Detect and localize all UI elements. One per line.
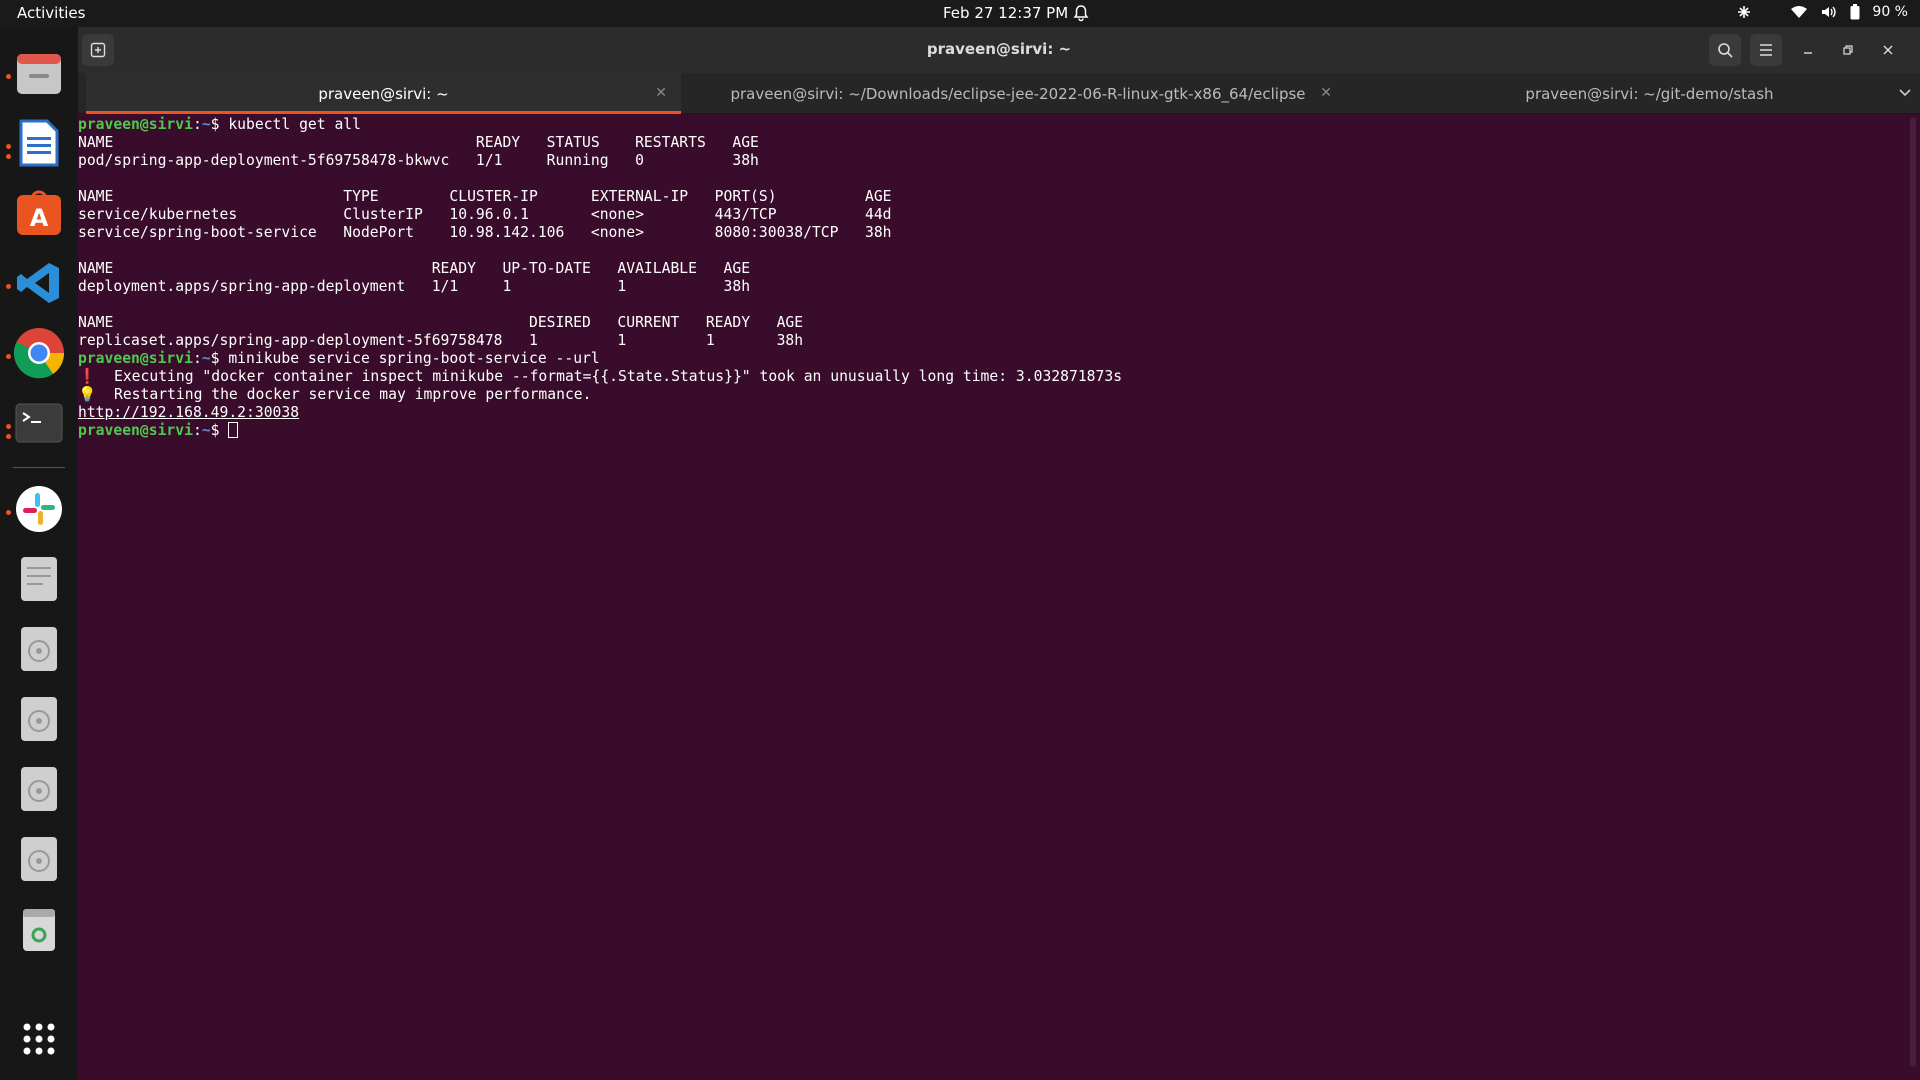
battery-percentage: 90 % (1872, 4, 1908, 20)
network-settings-icon (1738, 6, 1751, 18)
restore-icon (1843, 45, 1853, 55)
output-line: deployment.apps/spring-app-deployment 1/… (78, 278, 751, 295)
prompt-dollar: $ (210, 350, 229, 367)
search-icon (1718, 43, 1733, 58)
text-cursor (228, 422, 239, 438)
top-bar: Activities Feb 27 12:37 PM 90 % (0, 0, 1920, 27)
running-indicator (6, 424, 11, 429)
command-line: praveen@sirvi:~$ kubectl get all (78, 116, 1920, 134)
vscode-icon[interactable] (13, 257, 65, 309)
tab-eclipse[interactable]: praveen@sirvi: ~/Downloads/eclipse-jee-2… (690, 73, 1346, 114)
tab-label: praveen@sirvi: ~/Downloads/eclipse-jee-2… (730, 84, 1306, 103)
menu-button[interactable] (1750, 34, 1782, 66)
output-line: NAME READY UP-TO-DATE AVAILABLE AGE (78, 260, 751, 277)
prompt-separator: : (192, 116, 202, 133)
terminal-output[interactable]: praveen@sirvi:~$ kubectl get all NAME RE… (78, 114, 1920, 1080)
files-app-icon[interactable] (13, 47, 65, 99)
search-button[interactable] (1709, 34, 1741, 66)
disk-drive-icon[interactable] (13, 763, 65, 815)
dock-separator (13, 467, 65, 468)
tab-bar: praveen@sirvi: ~ ✕ praveen@sirvi: ~/Down… (78, 73, 1920, 114)
output-line: pod/spring-app-deployment-5f69758478-bkw… (78, 152, 759, 169)
warning-line: ❗ Executing "docker container inspect mi… (78, 368, 1920, 386)
running-indicator (6, 284, 11, 289)
svg-text:A: A (30, 204, 49, 232)
running-indicator (6, 354, 11, 359)
output-line: service/kubernetes ClusterIP 10.96.0.1 <… (78, 206, 892, 223)
terminal-app-icon[interactable] (13, 397, 65, 449)
output-line: NAME DESIRED CURRENT READY AGE (78, 314, 804, 331)
disk-drive-icon[interactable] (13, 693, 65, 745)
show-apps-grid-icon[interactable] (13, 1013, 65, 1065)
prompt-user: praveen@sirvi (78, 350, 193, 367)
tip-line: 💡 Restarting the docker service may impr… (78, 386, 1920, 404)
running-indicator (6, 144, 11, 149)
hamburger-menu-icon (1760, 44, 1772, 56)
activities-button[interactable]: Activities (17, 4, 85, 22)
slack-icon[interactable] (13, 483, 65, 535)
warning-text: Executing "docker container inspect mini… (96, 368, 1123, 385)
disk-drive-icon[interactable] (13, 623, 65, 675)
prompt-dollar: $ (210, 116, 229, 133)
output-line: NAME TYPE CLUSTER-IP EXTERNAL-IP PORT(S)… (78, 188, 892, 205)
running-indicator (6, 510, 11, 515)
running-indicator (6, 154, 11, 159)
minimize-button[interactable] (1792, 34, 1824, 66)
output-line: NAME READY STATUS RESTARTS AGE (78, 134, 759, 151)
running-indicator (6, 434, 11, 439)
command-line[interactable]: praveen@sirvi:~$ (78, 422, 1920, 440)
clock[interactable]: Feb 27 12:37 PM (943, 4, 1068, 22)
command-text: minikube service spring-boot-service --u… (228, 350, 600, 367)
trash-icon[interactable] (13, 903, 65, 955)
command-line: praveen@sirvi:~$ minikube service spring… (78, 350, 1920, 368)
service-url-link[interactable]: http://192.168.49.2:30038 (78, 404, 299, 421)
text-editor-icon[interactable] (13, 553, 65, 605)
close-tab-icon[interactable]: ✕ (1320, 85, 1332, 101)
exclamation-icon: ❗ (78, 368, 97, 385)
system-tray[interactable]: 90 % (1736, 4, 1908, 20)
scrollbar[interactable] (1910, 117, 1916, 1067)
prompt-user: praveen@sirvi (78, 422, 193, 439)
chevron-down-icon[interactable] (1898, 85, 1912, 99)
tab-git-demo-stash[interactable]: praveen@sirvi: ~/git-demo/stash ✕ (1354, 73, 1920, 114)
close-icon (1883, 45, 1893, 55)
window-title: praveen@sirvi: ~ (926, 40, 1072, 58)
prompt-path: ~ (201, 350, 211, 367)
window-titlebar[interactable]: praveen@sirvi: ~ (78, 27, 1920, 73)
app-center-icon[interactable]: A (13, 187, 65, 239)
maximize-button[interactable] (1832, 34, 1864, 66)
tip-text: Restarting the docker service may improv… (96, 386, 592, 403)
disk-drive-icon[interactable] (13, 833, 65, 885)
chrome-icon[interactable] (13, 327, 65, 379)
url-line: http://192.168.49.2:30038 (78, 404, 1920, 422)
wifi-icon (1791, 6, 1808, 18)
prompt-separator: : (192, 422, 202, 439)
battery-icon (1850, 4, 1860, 20)
output-line: replicaset.apps/spring-app-deployment-5f… (78, 332, 804, 349)
close-tab-icon[interactable]: ✕ (655, 85, 667, 101)
minimize-icon (1804, 52, 1812, 54)
libreoffice-writer-icon[interactable] (13, 117, 65, 169)
prompt-path: ~ (201, 422, 211, 439)
close-window-button[interactable] (1872, 34, 1904, 66)
tab-home[interactable]: praveen@sirvi: ~ ✕ (86, 73, 681, 114)
volume-icon (1822, 6, 1837, 18)
prompt-separator: : (192, 350, 202, 367)
prompt-dollar: $ (210, 422, 229, 439)
command-text: kubectl get all (228, 116, 361, 133)
tab-label: praveen@sirvi: ~/git-demo/stash (1525, 84, 1774, 103)
lightbulb-icon: 💡 (78, 386, 97, 403)
tab-label: praveen@sirvi: ~ (318, 84, 449, 103)
output-line: service/spring-boot-service NodePort 10.… (78, 224, 892, 241)
prompt-path: ~ (201, 116, 211, 133)
terminal-window: praveen@sirvi: ~ praveen@sirvi: ~ ✕ prav… (78, 27, 1920, 1080)
dock: A (0, 27, 78, 1080)
running-indicator (6, 74, 11, 79)
notification-bell-icon (1073, 5, 1089, 22)
prompt-user: praveen@sirvi (78, 116, 193, 133)
